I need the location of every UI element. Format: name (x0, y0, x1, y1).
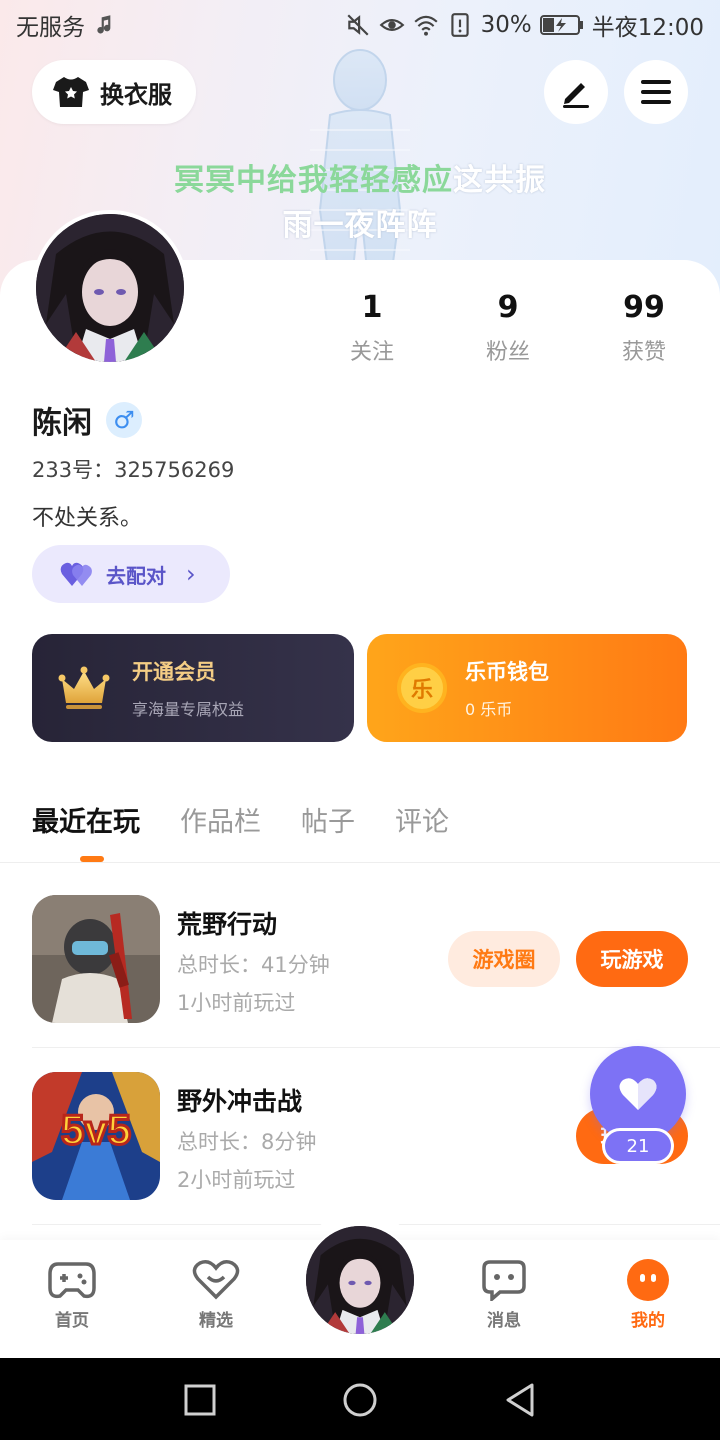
pen-icon (563, 83, 589, 108)
stat-value: 1 (361, 290, 383, 325)
coin-balance: 0 乐币 (465, 700, 513, 719)
stat-value: 9 (497, 290, 519, 325)
nav-label: 消息 (487, 1311, 521, 1331)
nav-label: 我的 (631, 1311, 665, 1331)
change-outfit-button[interactable]: 换衣服 (32, 60, 196, 124)
avatar-illustration (306, 1226, 414, 1334)
tab-comments[interactable]: 评论 (395, 800, 449, 839)
coin-title: 乐币钱包 (465, 660, 549, 684)
eye-icon (379, 19, 405, 31)
chevron-right-icon: › (186, 560, 196, 588)
game-circle-button[interactable]: 游戏圈 (448, 931, 560, 987)
gamepad-icon (48, 1262, 96, 1299)
nav-center-avatar[interactable] (304, 1224, 416, 1336)
username-row: 陈闲 ♂ (32, 398, 142, 442)
user-avatar[interactable] (32, 210, 188, 366)
wifi-icon (414, 15, 438, 36)
avatar-illustration (36, 214, 184, 362)
profile-tabs: 最近在玩 作品栏 帖子 评论 (32, 800, 449, 839)
sim-alert-icon (450, 13, 469, 37)
stat-label: 关注 (349, 340, 394, 365)
user-id[interactable]: 233号：325756269 (32, 454, 234, 484)
game-name: 野外冲击战 (177, 1087, 303, 1116)
nav-label: 精选 (199, 1311, 233, 1331)
battery-charging-icon (539, 15, 583, 35)
stat-likes[interactable]: 99 获赞 (576, 288, 712, 366)
double-heart-icon (60, 562, 92, 586)
mute-icon (347, 14, 369, 36)
play-game-button[interactable]: 玩游戏 (576, 931, 688, 987)
stat-label: 获赞 (621, 340, 666, 365)
menu-icon (641, 80, 671, 104)
game-row[interactable]: 荒野行动 总时长：41分钟 1小时前玩过 游戏圈 玩游戏 (32, 895, 720, 1025)
game-icon-text: 5v5 (61, 1106, 131, 1153)
clock-text: 半夜12:00 (591, 15, 704, 41)
tab-recent-play[interactable]: 最近在玩 (32, 800, 140, 839)
nav-home[interactable]: 首页 (22, 1258, 122, 1331)
game-icon-5v5: 5v5 (32, 1072, 160, 1200)
system-navigation-bar (0, 1358, 720, 1440)
stats-row: 1 关注 9 粉丝 99 获赞 (304, 288, 712, 366)
match-label: 去配对 (106, 563, 166, 588)
match-button[interactable]: 去配对 › (32, 545, 230, 603)
stat-value: 99 (623, 290, 665, 325)
stat-following[interactable]: 1 关注 (304, 288, 440, 366)
game-name: 荒野行动 (177, 910, 278, 939)
user-bio: 不处关系。 (32, 506, 143, 531)
gender-male-icon: ♂ (106, 402, 142, 438)
tab-works[interactable]: 作品栏 (180, 800, 261, 839)
like-count-badge: 21 (602, 1128, 674, 1164)
profile-face-icon (627, 1259, 669, 1301)
game-duration: 总时长：41分钟 (177, 953, 330, 977)
home-circle-icon[interactable] (340, 1380, 380, 1420)
vip-membership-card[interactable]: 开通会员 享海量专属权益 (32, 634, 354, 742)
nav-mine[interactable]: 我的 (598, 1258, 698, 1331)
tab-posts[interactable]: 帖子 (301, 800, 355, 839)
change-outfit-label: 换衣服 (100, 80, 172, 109)
message-icon (482, 1260, 526, 1301)
vip-subtitle: 享海量专属权益 (132, 700, 245, 719)
game-last-played: 2小时前玩过 (177, 1168, 296, 1192)
carrier-text: 无服务 (16, 15, 85, 41)
lyric-rest: 这共振 (453, 163, 546, 198)
heart-icon (619, 1078, 657, 1110)
edit-profile-button[interactable] (544, 60, 608, 124)
battery-percent: 30% (480, 12, 532, 38)
nav-messages[interactable]: 消息 (454, 1258, 554, 1331)
lyric-line-1: 冥冥中给我轻轻感应这共振 (0, 155, 720, 199)
nav-featured[interactable]: 精选 (166, 1258, 266, 1331)
coin-glyph: 乐 (410, 678, 433, 703)
game-duration: 总时长：8分钟 (177, 1130, 317, 1154)
stat-label: 粉丝 (485, 340, 530, 365)
game-icon-wilderness (32, 895, 160, 1023)
tshirt-icon (53, 77, 89, 107)
row-divider (32, 1047, 720, 1048)
crown-icon (58, 666, 110, 709)
recent-apps-icon[interactable] (180, 1380, 220, 1420)
back-triangle-icon[interactable] (500, 1380, 540, 1420)
nav-label: 首页 (55, 1311, 89, 1331)
coin-wallet-card[interactable]: 乐 乐币钱包 0 乐币 (367, 634, 687, 742)
menu-button[interactable] (624, 60, 688, 124)
username: 陈闲 (32, 406, 92, 441)
coin-icon: 乐 (397, 663, 447, 713)
game-last-played: 1小时前玩过 (177, 991, 296, 1015)
stat-followers[interactable]: 9 粉丝 (440, 288, 576, 366)
status-bar: 无服务 30% 半夜12:00 (0, 0, 720, 50)
lyric-highlight: 冥冥中给我轻轻感应 (174, 163, 453, 198)
notification-icon (97, 15, 111, 34)
heart-chat-icon (192, 1260, 240, 1300)
tabs-divider (0, 862, 720, 863)
vip-title: 开通会员 (132, 660, 216, 684)
